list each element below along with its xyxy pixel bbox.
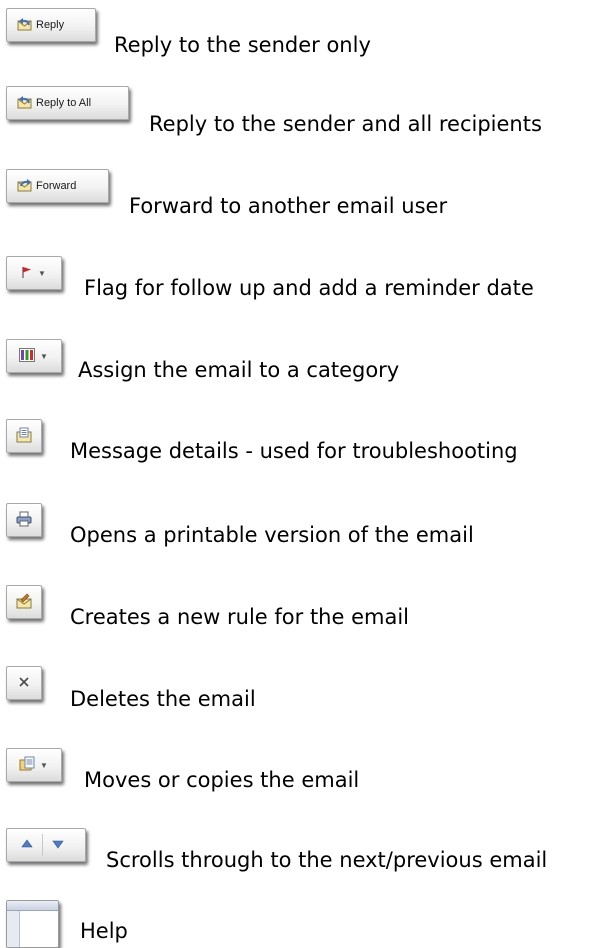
flag-button[interactable]: ▼: [6, 256, 62, 290]
previous-next-button-group: [6, 828, 86, 862]
flag-icon: [21, 265, 33, 282]
reply-description: Reply to the sender only: [114, 33, 371, 57]
previous-arrow-icon[interactable]: [21, 838, 33, 853]
flag-description: Flag for follow up and add a reminder da…: [84, 276, 534, 300]
reply-all-button[interactable]: Reply to All: [6, 86, 129, 120]
button-divider: [42, 834, 43, 856]
delete-button[interactable]: [6, 666, 42, 700]
message-details-button[interactable]: [6, 419, 42, 453]
help-button[interactable]: [6, 900, 59, 948]
help-icon: [7, 901, 58, 947]
print-button[interactable]: [6, 503, 42, 537]
delete-icon: [17, 675, 31, 692]
categorize-description: Assign the email to a category: [78, 358, 400, 382]
create-rule-description: Creates a new rule for the email: [70, 605, 409, 629]
create-rule-icon: [16, 593, 32, 612]
categorize-button[interactable]: ▼: [6, 339, 62, 373]
reply-icon: [17, 17, 33, 34]
message-details-description: Message details - used for troubleshooti…: [70, 439, 518, 463]
move-copy-button[interactable]: ▼: [6, 748, 62, 782]
forward-button[interactable]: Forward: [6, 169, 109, 203]
reply-all-icon: [17, 95, 33, 112]
move-copy-icon: [19, 756, 35, 775]
print-icon: [16, 511, 32, 530]
forward-icon: [17, 178, 33, 195]
delete-description: Deletes the email: [70, 687, 256, 711]
chevron-down-icon: ▼: [40, 760, 48, 770]
reply-button[interactable]: Reply: [6, 8, 96, 42]
reply-button-label: Reply: [36, 19, 65, 31]
chevron-down-icon: ▼: [38, 268, 46, 278]
next-arrow-icon[interactable]: [52, 838, 64, 853]
categorize-icon: [19, 347, 35, 365]
forward-button-label: Forward: [36, 180, 77, 192]
chevron-down-icon: ▼: [40, 351, 48, 361]
reply-all-button-label: Reply to All: [36, 97, 92, 109]
print-description: Opens a printable version of the email: [70, 523, 474, 547]
move-copy-description: Moves or copies the email: [84, 768, 360, 792]
forward-description: Forward to another email user: [129, 194, 448, 218]
message-details-icon: [16, 427, 32, 446]
previous-next-description: Scrolls through to the next/previous ema…: [106, 848, 548, 872]
create-rule-button[interactable]: [6, 585, 42, 619]
help-description: Help: [80, 919, 128, 943]
reply-all-description: Reply to the sender and all recipients: [149, 112, 542, 136]
